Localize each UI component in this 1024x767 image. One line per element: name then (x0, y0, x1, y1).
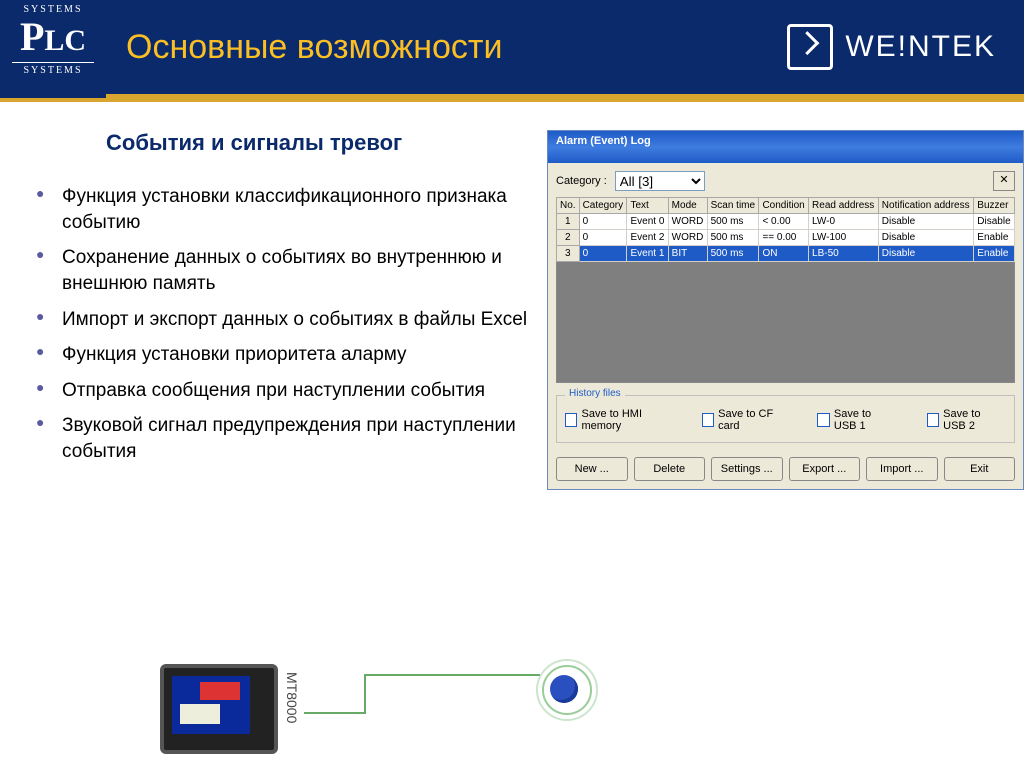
category-select[interactable]: All [3] (615, 171, 705, 191)
import-button[interactable]: Import ... (866, 457, 938, 481)
exit-button[interactable]: Exit (944, 457, 1016, 481)
check-usb2[interactable]: Save to USB 2 (927, 408, 1006, 432)
gold-divider (0, 94, 1024, 102)
dialog-title: Alarm (Event) Log (548, 131, 1023, 163)
speaker-icon (544, 661, 594, 711)
bullet-list: Функция установки классификационного при… (36, 184, 541, 465)
table-row[interactable]: 30Event 1BIT500 msONLB-50DisableEnable (557, 246, 1015, 262)
check-hmi[interactable]: Save to HMI memory (565, 408, 672, 432)
settings-button[interactable]: Settings ... (711, 457, 783, 481)
plc-logo: SYSTEMS PLC SYSTEMS (0, 0, 106, 98)
alarm-log-dialog: Alarm (Event) Log Category : All [3] ✕ N… (547, 130, 1024, 490)
table-row[interactable]: 10Event 0WORD500 ms< 0.00LW-0DisableDisa… (557, 214, 1015, 230)
export-button[interactable]: Export ... (789, 457, 861, 481)
hmi-speaker-diagram: MT8000 (160, 661, 594, 757)
list-item: Отправка сообщения при наступлении событ… (36, 378, 541, 404)
check-cf[interactable]: Save to CF card (702, 408, 788, 432)
delete-button[interactable]: Delete (634, 457, 706, 481)
list-item: Функция установки приоритета аларму (36, 342, 541, 368)
list-empty-area (556, 262, 1015, 383)
check-usb1[interactable]: Save to USB 1 (817, 408, 896, 432)
history-files-group: History files Save to HMI memory Save to… (556, 395, 1015, 443)
alarm-table: No.CategoryTextModeScan timeConditionRea… (556, 197, 1015, 262)
weintek-icon (787, 24, 833, 70)
wire-icon (304, 674, 544, 714)
weintek-logo: WE!NTEK (787, 24, 996, 70)
subtitle: События и сигналы тревог (106, 130, 541, 156)
device-label: MT8000 (284, 672, 300, 723)
page-title: Основные возможности (126, 28, 787, 67)
table-row[interactable]: 20Event 2WORD500 ms== 0.00LW-100DisableE… (557, 230, 1015, 246)
list-item: Звуковой сигнал предупреждения при насту… (36, 413, 541, 464)
list-item: Импорт и экспорт данных о событиях в фай… (36, 307, 541, 333)
header: SYSTEMS PLC SYSTEMS Основные возможности… (0, 0, 1024, 94)
new-button[interactable]: New ... (556, 457, 628, 481)
close-icon[interactable]: ✕ (993, 171, 1015, 191)
list-item: Сохранение данных о событиях во внутренн… (36, 245, 541, 296)
category-label: Category : (556, 175, 607, 187)
list-item: Функция установки классификационного при… (36, 184, 541, 235)
hmi-icon (160, 664, 278, 754)
